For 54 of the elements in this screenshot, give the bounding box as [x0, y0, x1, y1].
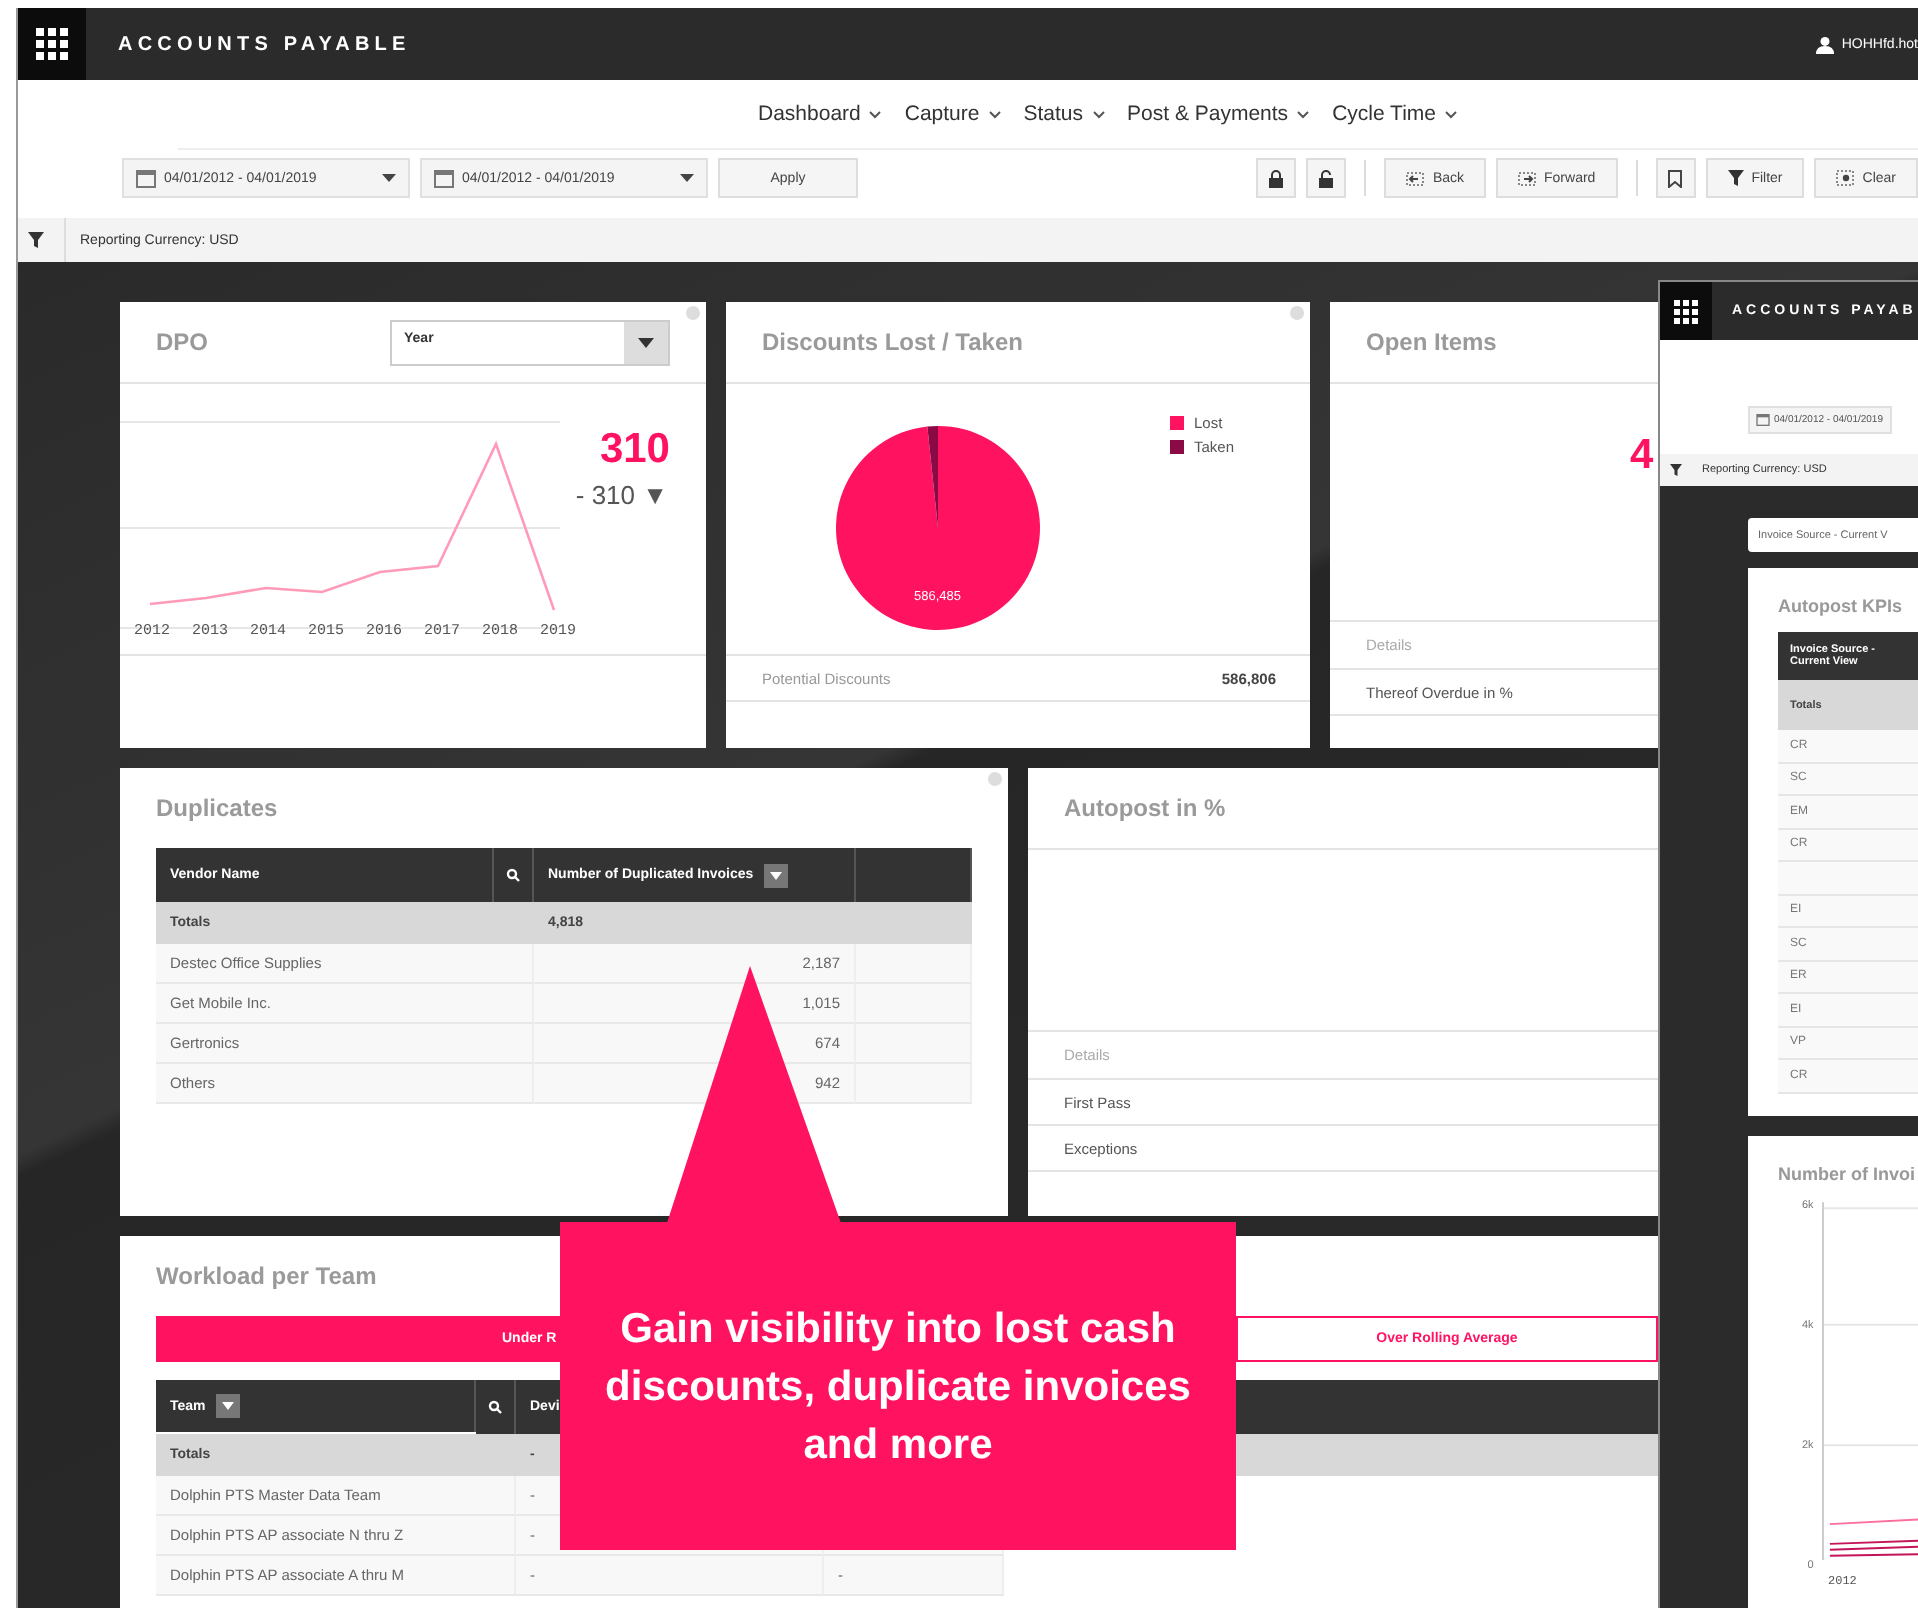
user-icon[interactable]: [1815, 35, 1834, 53]
card-title: Autopost in %: [1064, 794, 1226, 822]
nav-menu-item[interactable]: Cycle Time: [1332, 102, 1458, 126]
calendar-icon[interactable]: [434, 169, 454, 187]
search-button[interactable]: [494, 848, 534, 902]
chevron-down-icon[interactable]: [868, 109, 883, 119]
table-cell: [856, 944, 972, 984]
app-title: ACCOUNTS PAYABLE: [118, 33, 411, 55]
dpo-change: - 310 ▼: [575, 480, 668, 510]
card-title: Autopost KPIs: [1778, 596, 1904, 616]
nav-menu-item[interactable]: Dashboard: [758, 102, 883, 126]
app-grid-icon[interactable]: [1660, 282, 1712, 340]
filter-icon[interactable]: [28, 232, 44, 248]
bookmark-button[interactable]: [1655, 158, 1696, 198]
card-title: DPO: [156, 328, 209, 356]
lock-button[interactable]: [1256, 158, 1297, 198]
chevron-down-icon[interactable]: [987, 109, 1002, 119]
card-title: Workload per Team: [156, 1262, 377, 1290]
lock-icon[interactable]: [1268, 169, 1285, 187]
card-title: Number of Invoi: [1778, 1164, 1918, 1184]
column-header: [856, 848, 972, 902]
unlock-button[interactable]: [1306, 158, 1347, 198]
dropdown-button[interactable]: [215, 1394, 240, 1418]
card-title: Discounts Lost / Taken: [762, 328, 1023, 356]
nav-menu-item[interactable]: Status: [1023, 102, 1106, 126]
dpo-value: 310: [599, 426, 670, 474]
search-icon[interactable]: [506, 868, 520, 882]
search-icon[interactable]: [488, 1400, 502, 1414]
back-arrow-icon[interactable]: [1406, 171, 1425, 185]
nav-menu-item[interactable]: Post & Payments: [1127, 102, 1311, 126]
caret-down-icon[interactable]: [382, 174, 396, 182]
forward-arrow-icon[interactable]: [1518, 171, 1537, 185]
filter-icon[interactable]: [1670, 464, 1682, 476]
chevron-down-icon[interactable]: [1296, 109, 1311, 119]
unlock-icon[interactable]: [1318, 169, 1335, 187]
search-button[interactable]: [476, 1380, 516, 1434]
filter-icon[interactable]: [1727, 170, 1744, 186]
card-title: Open Items: [1366, 328, 1497, 356]
caret-down-icon[interactable]: [769, 871, 782, 879]
table-cell: [856, 902, 972, 944]
caret-down-icon[interactable]: [221, 1402, 234, 1410]
app-grid-icon[interactable]: [18, 8, 86, 80]
nav-menu-item[interactable]: Capture: [904, 102, 1002, 126]
calendar-icon[interactable]: [1756, 414, 1770, 426]
calendar-icon[interactable]: [136, 169, 156, 187]
card-title: Duplicates: [156, 794, 278, 822]
dropdown-button[interactable]: [763, 863, 788, 887]
caret-down-icon[interactable]: [638, 337, 654, 347]
chevron-down-icon[interactable]: [1444, 109, 1458, 119]
caret-down-icon[interactable]: [680, 174, 694, 182]
chevron-down-icon[interactable]: [1091, 109, 1106, 119]
clear-icon[interactable]: [1836, 170, 1855, 186]
bookmark-icon[interactable]: [1668, 169, 1683, 187]
open-items-value: 4: [1630, 432, 1654, 480]
